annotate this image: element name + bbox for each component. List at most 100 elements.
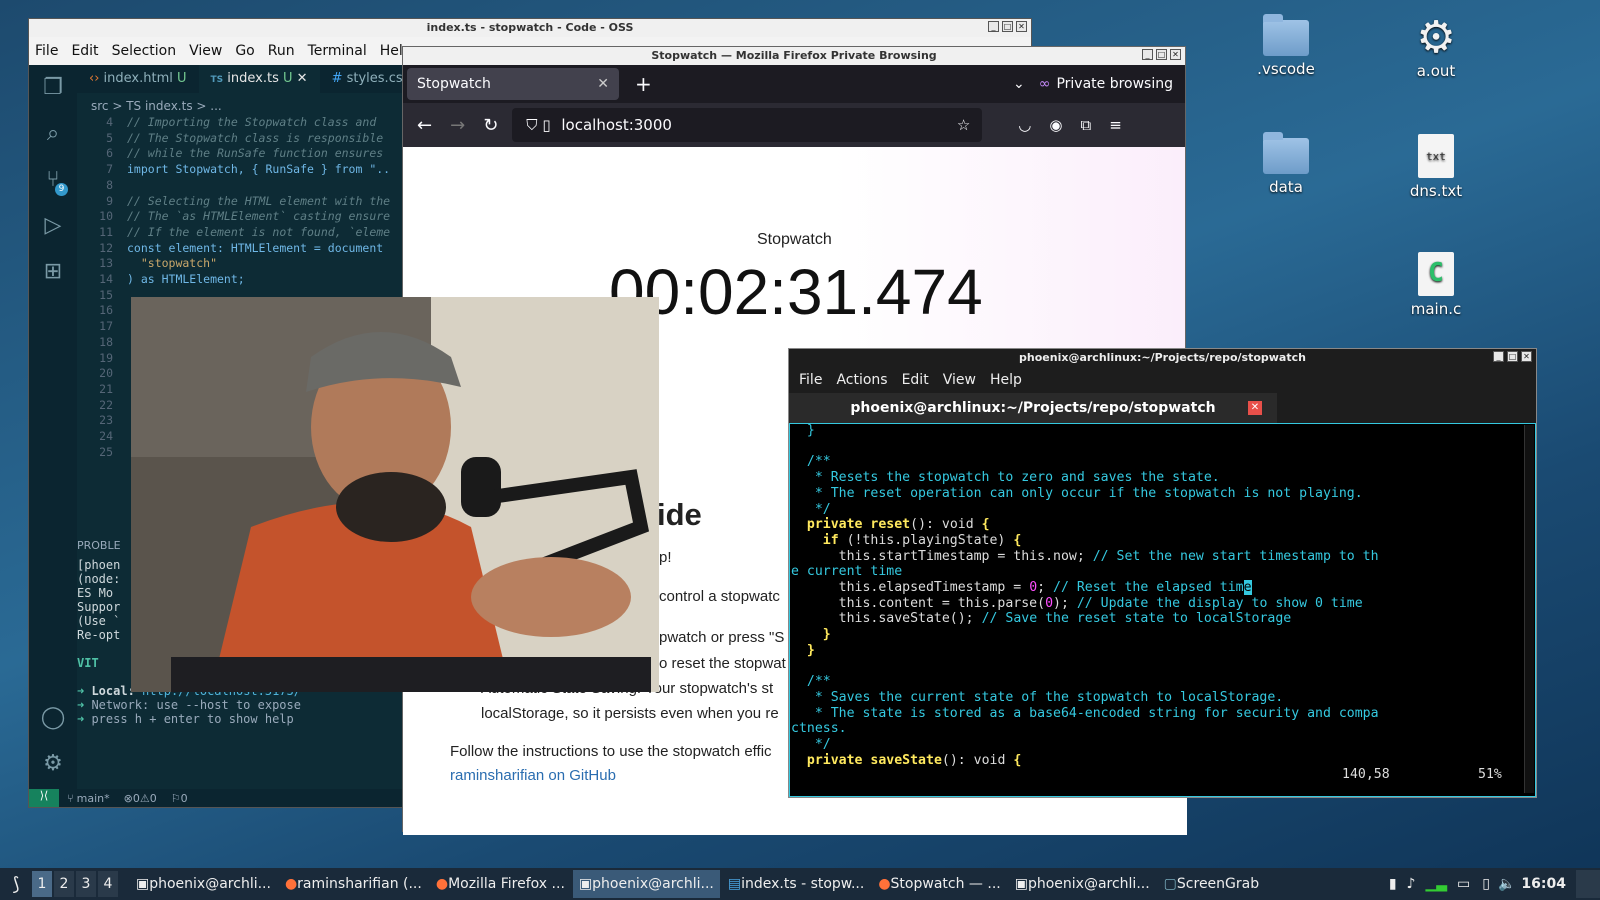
close-icon[interactable]: ✕	[297, 71, 308, 86]
taskbar-item-terminal-3[interactable]: ▣ phoenix@archli...	[1009, 870, 1156, 898]
new-tab-button[interactable]: +	[635, 72, 652, 96]
close-button[interactable]: ✕	[1016, 21, 1027, 32]
remote-icon[interactable]: ⟩⟨	[29, 789, 59, 807]
code-line[interactable]: 4 // Importing the Stopwatch class and	[77, 115, 390, 131]
tab-index-ts[interactable]: TS index.ts U ✕	[198, 65, 320, 93]
branch-label[interactable]: main*	[77, 792, 110, 805]
explorer-icon[interactable]: ❐	[29, 65, 77, 111]
workspace-3[interactable]: 3	[76, 871, 96, 897]
menu-icon[interactable]: ≡	[1109, 116, 1122, 134]
scrollbar[interactable]	[1524, 425, 1534, 793]
code-line[interactable]: 11 // If the element is not found, `eleme	[77, 225, 390, 241]
errors-count[interactable]: 0	[133, 792, 140, 805]
menu-edit[interactable]: Edit	[71, 43, 98, 59]
close-button[interactable]: ✕	[1521, 351, 1532, 362]
taskbar-item-vscode[interactable]: ▤ index.ts - stopw...	[722, 870, 870, 898]
terminal-tab[interactable]: phoenix@archlinux:~/Projects/repo/stopwa…	[789, 393, 1277, 423]
run-debug-icon[interactable]: ▷	[29, 203, 77, 249]
back-icon[interactable]: ←	[417, 115, 432, 136]
breadcrumb[interactable]: src > TS index.ts > ...	[91, 99, 222, 113]
forward-icon[interactable]: →	[450, 115, 465, 136]
code-line[interactable]: 5 // The Stopwatch class is responsible	[77, 131, 390, 147]
menu-view[interactable]: View	[943, 372, 976, 388]
taskbar-item-firefox-stopwatch[interactable]: ● Stopwatch — ...	[872, 870, 1006, 898]
vscode-titlebar[interactable]: index.ts - stopwatch - Code - OSS _ □ ✕	[29, 19, 1031, 37]
app-menu-icon[interactable]: ⟆	[0, 874, 32, 895]
close-tab-icon[interactable]: ✕	[1248, 401, 1262, 415]
taskbar-item-firefox[interactable]: ● Mozilla Firefox ...	[430, 870, 571, 898]
system-monitor-icon[interactable]: ▁▃	[1425, 876, 1447, 892]
workspace-4[interactable]: 4	[98, 871, 118, 897]
close-button[interactable]: ✕	[1170, 49, 1181, 60]
stopwatch-display[interactable]: 00:02:31.474	[609, 255, 983, 329]
code-line[interactable]: 8	[77, 178, 390, 194]
screen-icon[interactable]: ▭	[1457, 876, 1470, 892]
maximize-button[interactable]: □	[1156, 49, 1167, 60]
maximize-button[interactable]: □	[1002, 21, 1013, 32]
desktop-icon-label: main.c	[1410, 300, 1462, 318]
desktop-icon-dns-txt[interactable]: txt dns.txt	[1391, 134, 1481, 200]
minimize-button[interactable]: _	[1142, 49, 1153, 60]
desktop-icon-main-c[interactable]: Cmain.c	[1391, 252, 1481, 318]
taskbar-item-firefox-github[interactable]: ● raminsharifian (...	[279, 870, 428, 898]
desktop-icon-a-out[interactable]: ⚙ a.out	[1391, 14, 1481, 81]
notification-bell-icon[interactable]: ♪	[1407, 876, 1416, 892]
shield-icon[interactable]: ⛉	[526, 116, 537, 134]
pocket-icon[interactable]: ◡	[1018, 116, 1031, 134]
show-desktop-button[interactable]	[1576, 870, 1600, 898]
settings-gear-icon[interactable]: ⚙	[29, 741, 77, 787]
code-line[interactable]: 14) as HTMLElement;	[77, 272, 390, 288]
code-line[interactable]: 13 "stopwatch"	[77, 256, 390, 272]
vim-buffer[interactable]: } /** * Resets the stopwatch to zero and…	[791, 423, 1379, 768]
code-line[interactable]: 12 const element: HTMLElement = document	[77, 241, 390, 257]
account-icon[interactable]: ◉	[1049, 116, 1062, 134]
account-icon[interactable]: ◯	[29, 695, 77, 741]
reload-icon[interactable]: ↻	[483, 115, 498, 136]
source-control-icon[interactable]: ⑂ 9	[29, 157, 77, 203]
taskbar-item-terminal-2[interactable]: ▣ phoenix@archli...	[572, 870, 720, 898]
taskbar-item-terminal-1[interactable]: ▣ phoenix@archli...	[130, 870, 277, 898]
clock[interactable]: 16:04	[1521, 876, 1566, 892]
desktop-icon-data-folder[interactable]: data	[1241, 132, 1331, 196]
tab-list-chevron-icon[interactable]: ⌄	[1013, 76, 1025, 92]
ports-count[interactable]: 0	[181, 792, 188, 805]
firefox-titlebar[interactable]: Stopwatch — Mozilla Firefox Private Brow…	[403, 47, 1185, 65]
terminal-titlebar[interactable]: phoenix@archlinux:~/Projects/repo/stopwa…	[789, 349, 1536, 367]
minimize-button[interactable]: _	[1493, 351, 1504, 362]
extensions-icon[interactable]: ⧉	[1080, 116, 1091, 134]
warnings-count[interactable]: 0	[150, 792, 157, 805]
menu-actions[interactable]: Actions	[836, 372, 887, 388]
menu-go[interactable]: Go	[235, 43, 254, 59]
tab-index-html[interactable]: ‹› index.html U	[77, 65, 199, 93]
menu-help[interactable]: Help	[990, 372, 1022, 388]
clipboard-icon[interactable]: ▯	[1482, 876, 1490, 892]
extensions-icon[interactable]: ⊞	[29, 249, 77, 295]
github-link[interactable]: raminsharifian on GitHub	[450, 767, 616, 784]
code-line[interactable]: 6 // while the RunSafe function ensures	[77, 146, 390, 162]
minimize-button[interactable]: _	[988, 21, 999, 32]
desktop-icon-vscode-folder[interactable]: .vscode	[1241, 14, 1331, 78]
volume-icon[interactable]: 🔈	[1498, 876, 1515, 892]
url-text[interactable]: localhost:3000	[561, 116, 672, 134]
menu-view[interactable]: View	[189, 43, 222, 59]
search-icon[interactable]: ⌕	[29, 111, 77, 157]
browser-tab-stopwatch[interactable]: Stopwatch ✕	[407, 68, 619, 100]
menu-file[interactable]: File	[799, 372, 822, 388]
menu-run[interactable]: Run	[268, 43, 295, 59]
network-icon[interactable]: ▮	[1389, 876, 1397, 892]
bookmark-star-icon[interactable]: ☆	[957, 108, 970, 142]
tab-label: index.ts	[227, 71, 279, 86]
workspace-2[interactable]: 2	[54, 871, 74, 897]
close-tab-icon[interactable]: ✕	[597, 68, 609, 100]
menu-edit[interactable]: Edit	[902, 372, 929, 388]
code-line[interactable]: 10 // The `as HTMLElement` casting ensure	[77, 209, 390, 225]
workspace-1[interactable]: 1	[32, 871, 52, 897]
taskbar-item-screengrab[interactable]: ▢ ScreenGrab	[1158, 870, 1265, 898]
menu-file[interactable]: File	[35, 43, 58, 59]
menu-terminal[interactable]: Terminal	[308, 43, 367, 59]
code-line[interactable]: 7 import Stopwatch, { RunSafe } from "..	[77, 162, 390, 178]
url-bar[interactable]: ⛉ ▯ localhost:3000 ☆	[512, 108, 983, 142]
menu-selection[interactable]: Selection	[112, 43, 177, 59]
code-line[interactable]: 9 // Selecting the HTML element with the	[77, 194, 390, 210]
maximize-button[interactable]: □	[1507, 351, 1518, 362]
